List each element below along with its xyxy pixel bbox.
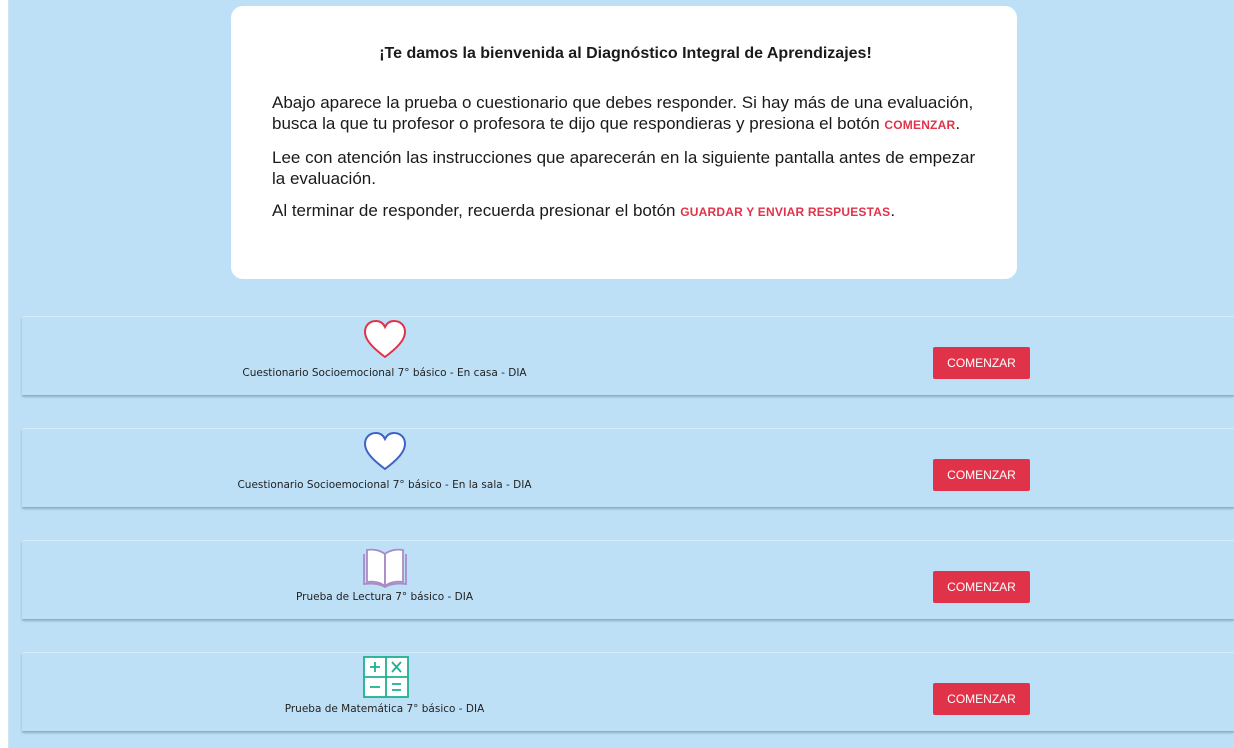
instructions-paragraph-3: Al terminar de responder, recuerda presi… (272, 200, 979, 223)
instructions-text-3: Al terminar de responder, recuerda presi… (272, 201, 681, 220)
instructions-paragraph-1: Abajo aparece la prueba o cuestionario q… (272, 92, 979, 136)
comenzar-highlight: COMENZAR (884, 118, 956, 132)
start-button[interactable]: COMENZAR (933, 571, 1030, 603)
heart-red-icon (363, 319, 407, 360)
start-button[interactable]: COMENZAR (933, 347, 1030, 379)
math-operators-icon (363, 656, 409, 698)
instructions-text-1: Abajo aparece la prueba o cuestionario q… (272, 93, 974, 133)
evaluation-label: Prueba de Matemática 7° básico - DIA (284, 703, 485, 715)
evaluation-row-socioemocional-casa: Cuestionario Socioemocional 7° básico - … (22, 316, 1234, 395)
period: . (955, 114, 961, 133)
evaluation-row-matematica: Prueba de Matemática 7° básico - DIA COM… (22, 652, 1234, 731)
heart-blue-icon (363, 431, 407, 472)
evaluation-row-lectura: Prueba de Lectura 7° básico - DIA COMENZ… (22, 540, 1234, 619)
guardar-highlight: GUARDAR Y ENVIAR RESPUESTAS (680, 205, 891, 219)
evaluation-label: Cuestionario Socioemocional 7° básico - … (242, 367, 527, 379)
period: . (890, 201, 896, 220)
evaluation-label: Cuestionario Socioemocional 7° básico - … (237, 479, 532, 491)
open-book-icon (363, 544, 407, 589)
start-button[interactable]: COMENZAR (933, 459, 1030, 491)
welcome-card: ¡Te damos la bienvenida al Diagnóstico I… (231, 6, 1017, 279)
evaluation-label: Prueba de Lectura 7° básico - DIA (295, 591, 474, 603)
start-button[interactable]: COMENZAR (933, 683, 1030, 715)
evaluation-row-socioemocional-sala: Cuestionario Socioemocional 7° básico - … (22, 428, 1234, 507)
left-edge (0, 0, 9, 748)
welcome-title: ¡Te damos la bienvenida al Diagnóstico I… (379, 45, 872, 62)
instructions-paragraph-2: Lee con atención las instrucciones que a… (272, 148, 976, 188)
